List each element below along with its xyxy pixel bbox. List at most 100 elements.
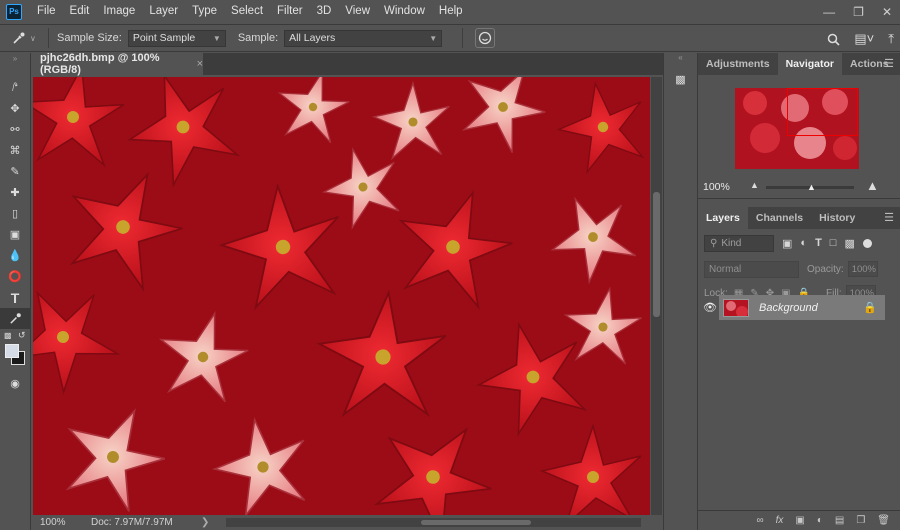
- menu-layer[interactable]: Layer: [142, 0, 185, 23]
- photoshop-logo-icon: Ps: [6, 3, 22, 20]
- workspace-icon[interactable]: ▤˅: [854, 31, 874, 47]
- minimize-icon[interactable]: —: [823, 5, 835, 19]
- new-layer-icon[interactable]: ❐: [856, 515, 865, 526]
- sample-size-value: Point Sample: [132, 32, 196, 44]
- document-tab-bar: pjhc26dh.bmp @ 100% (RGB/8) ×: [31, 52, 663, 76]
- move-tool[interactable]: ⭚: [0, 77, 30, 98]
- tab-history[interactable]: History: [811, 207, 863, 229]
- visibility-eye-icon[interactable]: 👁: [703, 295, 717, 320]
- swap-colors-icon[interactable]: ↺: [18, 330, 26, 341]
- menu-select[interactable]: Select: [224, 0, 270, 23]
- close-icon[interactable]: ✕: [882, 5, 892, 19]
- move-arrows-tool[interactable]: ✥: [0, 98, 30, 119]
- zoom-out-icon[interactable]: ▲: [750, 180, 759, 190]
- document-tab[interactable]: pjhc26dh.bmp @ 100% (RGB/8) ×: [31, 52, 203, 76]
- crop-tool[interactable]: ⌘: [0, 140, 30, 161]
- menu-file[interactable]: File: [30, 0, 63, 23]
- bandage-icon: ✚: [10, 187, 20, 199]
- brush-tool[interactable]: ✎: [0, 161, 30, 182]
- status-menu-arrow-icon[interactable]: ❯: [201, 517, 221, 528]
- tool-preset-picker[interactable]: ∨: [12, 31, 40, 45]
- document-canvas[interactable]: [33, 77, 650, 515]
- ellipse-tool[interactable]: ⭕: [0, 266, 30, 287]
- search-icon[interactable]: [827, 33, 840, 46]
- pixel-filter-icon[interactable]: ▣: [782, 237, 792, 250]
- foreground-color-swatch[interactable]: [5, 344, 19, 358]
- new-group-icon[interactable]: ▤: [835, 515, 844, 526]
- navigator-zoom-value[interactable]: 100%: [703, 181, 730, 193]
- menu-3d[interactable]: 3D: [310, 0, 339, 23]
- histogram-icon[interactable]: ▩: [671, 73, 691, 86]
- add-mask-icon[interactable]: ▣: [795, 515, 804, 526]
- navigator-view-box[interactable]: [787, 88, 858, 136]
- quick-mask-button[interactable]: ◉: [0, 373, 30, 394]
- menu-bar: Ps File Edit Image Layer Type Select Fil…: [0, 0, 900, 23]
- opacity-value: 100%: [851, 263, 876, 275]
- kind-filter-value: Kind: [721, 237, 742, 249]
- navigator-panel-tabs: Adjustments Navigator Actions ☰: [698, 53, 900, 75]
- menu-help[interactable]: Help: [432, 0, 470, 23]
- brush-icon: ✎: [10, 166, 20, 178]
- type-tool[interactable]: T: [0, 287, 30, 308]
- layers-bottom-bar: ∞ fx ▣ ◐ ▤ ❐ 🗑: [698, 510, 900, 530]
- layer-row[interactable]: Background 🔒: [719, 295, 885, 320]
- opacity-label: Opacity:: [807, 263, 844, 275]
- layer-name[interactable]: Background: [759, 302, 818, 314]
- panel-menu-icon[interactable]: ☰: [884, 53, 894, 75]
- menu-image[interactable]: Image: [96, 0, 142, 23]
- menu-type[interactable]: Type: [185, 0, 224, 23]
- options-right-icons: ▤˅ ⤒: [827, 25, 894, 53]
- tab-layers[interactable]: Layers: [698, 207, 748, 229]
- tab-navigator[interactable]: Navigator: [777, 53, 843, 75]
- blur-tool[interactable]: 💧: [0, 245, 30, 266]
- eyedropper-tool[interactable]: [0, 308, 30, 329]
- smart-object-filter-icon[interactable]: ▩: [844, 237, 854, 250]
- navigator-preview[interactable]: [698, 75, 900, 175]
- tab-channels[interactable]: Channels: [748, 207, 811, 229]
- collapse-arrows-icon[interactable]: »: [0, 53, 30, 65]
- zoom-slider-knob[interactable]: ▲: [807, 182, 816, 192]
- panel-menu-icon[interactable]: ☰: [884, 207, 894, 229]
- close-tab-icon[interactable]: ×: [197, 58, 203, 70]
- layer-style-icon[interactable]: fx: [776, 515, 784, 526]
- sample-select[interactable]: All Layers ▼: [284, 29, 443, 47]
- horizontal-scrollbar[interactable]: [226, 518, 641, 527]
- share-icon[interactable]: ⤒: [888, 31, 894, 47]
- link-layers-icon[interactable]: ∞: [756, 515, 763, 526]
- layer-thumbnail-image: [724, 299, 748, 316]
- eraser-icon: ▯: [11, 208, 19, 220]
- adjustment-filter-icon[interactable]: ◐: [800, 237, 807, 249]
- chevron-down-icon: ∨: [30, 33, 36, 43]
- type-filter-icon[interactable]: T: [815, 237, 822, 249]
- gradient-tool[interactable]: ▣: [0, 224, 30, 245]
- sample-size-select[interactable]: Point Sample ▼: [127, 29, 226, 47]
- sampling-ring-button[interactable]: [475, 28, 496, 48]
- shape-filter-icon[interactable]: □: [830, 237, 837, 249]
- filter-toggle-icon[interactable]: [862, 238, 872, 248]
- healing-tool[interactable]: ✚: [0, 182, 30, 203]
- blend-mode-select[interactable]: Normal: [704, 260, 799, 278]
- collapse-arrows-icon[interactable]: «: [664, 53, 697, 65]
- menu-view[interactable]: View: [338, 0, 377, 23]
- navigator-thumbnail[interactable]: [735, 88, 859, 169]
- quick-select-tool[interactable]: ⚯: [0, 119, 30, 140]
- menu-window[interactable]: Window: [377, 0, 432, 23]
- default-colors-icon[interactable]: ▩: [4, 331, 12, 340]
- delete-layer-icon[interactable]: 🗑: [877, 515, 890, 526]
- zoom-level[interactable]: 100%: [31, 517, 91, 528]
- opacity-field[interactable]: 100%: [847, 261, 878, 277]
- adjustment-layer-icon[interactable]: ◐: [817, 515, 823, 526]
- chevron-down-icon: ▼: [429, 33, 438, 43]
- canvas-image: [33, 77, 650, 515]
- restore-icon[interactable]: ❐: [853, 5, 864, 19]
- menu-filter[interactable]: Filter: [270, 0, 310, 23]
- menu-edit[interactable]: Edit: [63, 0, 97, 23]
- horizontal-scroll-thumb[interactable]: [421, 520, 531, 525]
- eraser-tool[interactable]: ▯: [0, 203, 30, 224]
- zoom-in-icon[interactable]: ▲: [866, 178, 879, 193]
- vertical-scroll-thumb[interactable]: [653, 192, 660, 317]
- kind-filter-select[interactable]: ⚲ Kind: [704, 234, 774, 252]
- tab-adjustments[interactable]: Adjustments: [698, 53, 778, 75]
- document-size: Doc: 7.97M/7.97M: [91, 517, 173, 528]
- vertical-scrollbar[interactable]: [651, 77, 662, 515]
